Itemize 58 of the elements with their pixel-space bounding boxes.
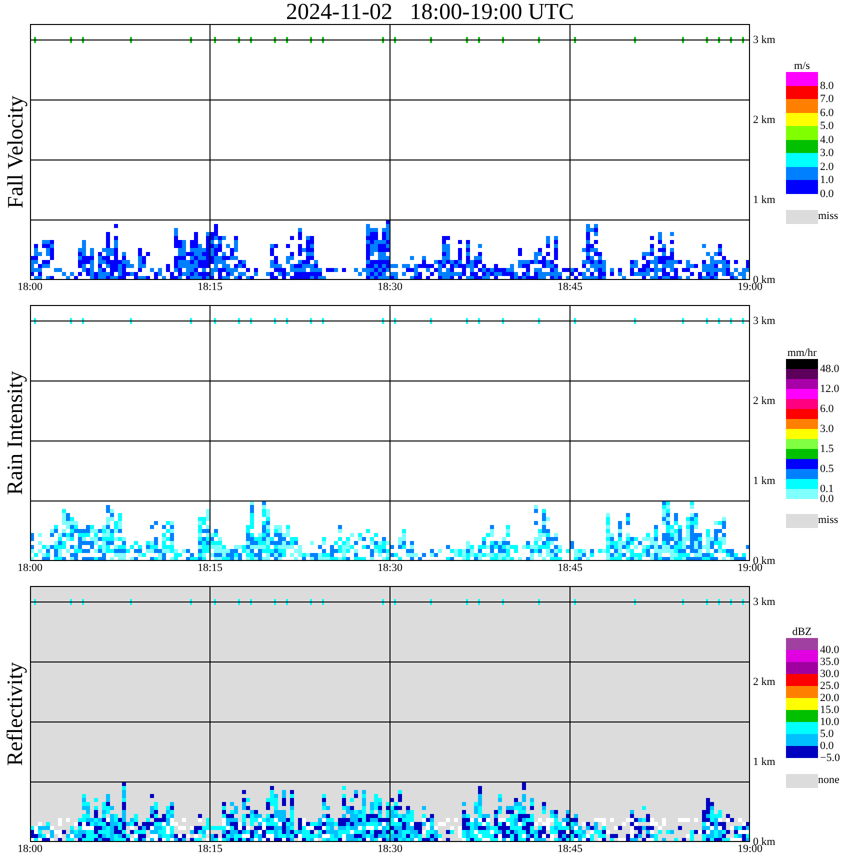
legend-unit: m/s <box>793 60 811 72</box>
legend-label: −5.0 <box>820 752 840 764</box>
legend-label: 15.0 <box>820 704 840 716</box>
time-label: 18:45 <box>556 561 584 575</box>
time-label: 18:30 <box>376 280 404 294</box>
legend-label: miss <box>818 514 838 526</box>
height-label: 1 km <box>753 475 776 487</box>
legend-label: 3.0 <box>820 147 834 159</box>
time-label: 18:15 <box>196 842 224 856</box>
legend-label: 25.0 <box>820 680 840 692</box>
axis-title: Rain Intensity <box>2 370 28 496</box>
axis-title: Reflectivity <box>2 662 28 766</box>
legend-label: 0.1 <box>820 483 834 495</box>
height-label: 2 km <box>753 395 776 407</box>
legend-label: 0.0 <box>820 493 834 505</box>
legend-unit: dBZ <box>791 626 813 638</box>
legend-label: 35.0 <box>820 656 840 668</box>
time-label: 18:00 <box>16 561 44 575</box>
height-label: 2 km <box>753 114 776 126</box>
time-label: 18:00 <box>16 842 44 856</box>
legend-label: 12.0 <box>820 383 840 395</box>
legend-label: 1.5 <box>820 443 834 455</box>
time-label: 18:15 <box>196 280 224 294</box>
height-label: 3 km <box>753 315 776 327</box>
legend-label: 30.0 <box>820 668 840 680</box>
time-label: 18:45 <box>556 280 584 294</box>
legend-label: 8.0 <box>820 80 834 92</box>
axis-title: Fall Velocity <box>2 96 28 208</box>
legend-label: 7.0 <box>820 93 834 105</box>
legend-label: 10.0 <box>820 716 840 728</box>
chart-title: 2024-11-02 18:00-19:00 UTC <box>285 0 574 24</box>
legend-label: none <box>818 774 840 786</box>
legend-label: 0.0 <box>820 188 834 200</box>
legend-label: 4.0 <box>820 134 834 146</box>
legend-label: miss <box>818 210 838 222</box>
time-label: 18:00 <box>16 280 44 294</box>
time-label: 18:45 <box>556 842 584 856</box>
time-label: 18:30 <box>376 561 404 575</box>
height-label: 3 km <box>753 34 776 46</box>
time-label: 18:15 <box>196 561 224 575</box>
time-label: 18:30 <box>376 842 404 856</box>
legend-label: 0.0 <box>820 740 834 752</box>
legend-label: 1.0 <box>820 174 834 186</box>
legend-label: 0.5 <box>820 463 834 475</box>
legend-unit: mm/hr <box>786 347 818 359</box>
legend-label: 20.0 <box>820 692 840 704</box>
legend-label: 3.0 <box>820 423 834 435</box>
legend-label: 48.0 <box>820 363 840 375</box>
height-label: 1 km <box>753 756 776 768</box>
legend-label: 6.0 <box>820 403 834 415</box>
legend-label: 40.0 <box>820 644 840 656</box>
legend-label: 5.0 <box>820 728 834 740</box>
legend-label: 6.0 <box>820 106 834 118</box>
height-label: 3 km <box>753 596 776 608</box>
height-label: 2 km <box>753 676 776 688</box>
legend-label: 2.0 <box>820 160 834 172</box>
height-label: 1 km <box>753 194 776 206</box>
legend-label: 5.0 <box>820 120 834 132</box>
